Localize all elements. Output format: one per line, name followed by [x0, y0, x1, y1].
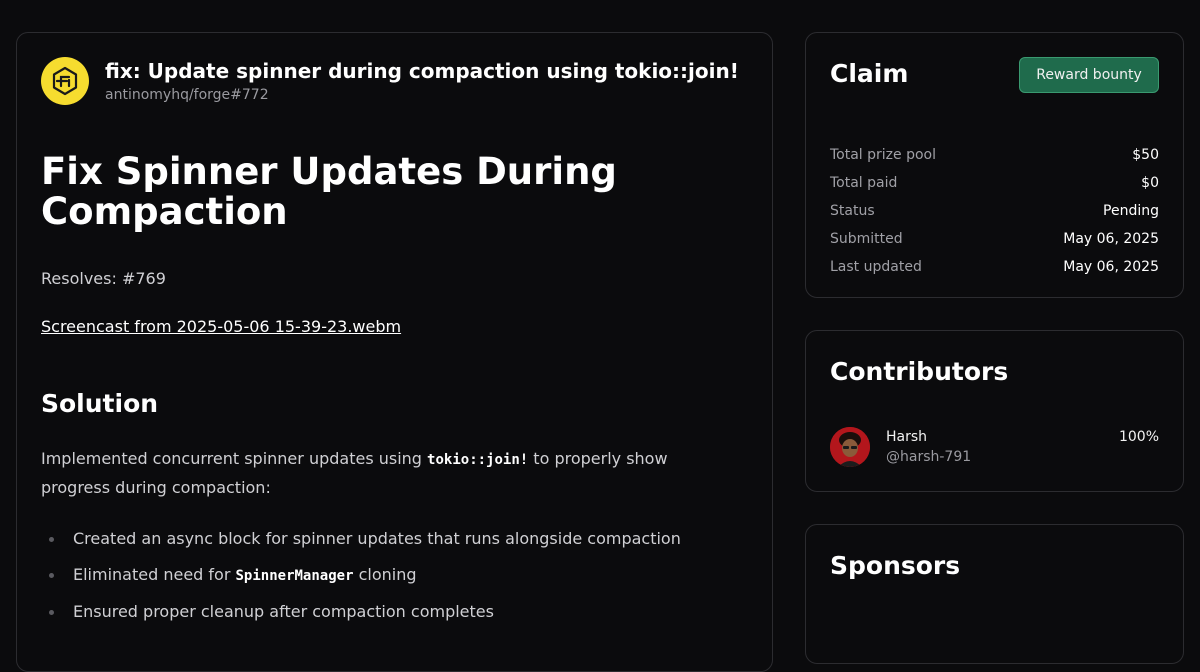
list-item: Eliminated need for SpinnerManager cloni… [41, 557, 741, 594]
claim-row-label: Total paid [830, 175, 898, 191]
claim-row-value: May 06, 2025 [1063, 231, 1159, 247]
pr-repo-reference[interactable]: antinomyhq/forge#772 [105, 86, 739, 104]
inline-code: tokio::join! [427, 452, 529, 468]
solution-heading: Solution [41, 389, 159, 418]
claim-row-label: Total prize pool [830, 147, 936, 163]
pr-body-heading: Fix Spinner Updates During Compaction [41, 150, 617, 233]
claim-row-label: Submitted [830, 231, 903, 247]
resolves-issue-text: Resolves: #769 [41, 269, 166, 288]
solution-paragraph: Implemented concurrent spinner updates u… [41, 445, 701, 502]
bullet-dot-icon [49, 610, 54, 615]
claim-row-value: $50 [1132, 147, 1159, 163]
list-item-text: Ensured proper cleanup after compaction … [73, 602, 494, 621]
contributors-title: Contributors [830, 357, 1009, 386]
list-item-text: Eliminated need for [73, 565, 236, 584]
claim-title: Claim [830, 59, 909, 88]
claim-row-value: May 06, 2025 [1063, 259, 1159, 275]
pr-header: fix: Update spinner during compaction us… [41, 57, 739, 105]
avatar[interactable] [830, 427, 870, 467]
claim-details: Total prize pool $50 Total paid $0 Statu… [830, 141, 1159, 281]
sponsors-card: Sponsors [805, 524, 1184, 664]
list-item: Ensured proper cleanup after compaction … [41, 594, 741, 630]
bullet-dot-icon [49, 537, 54, 542]
list-item: Created an async block for spinner updat… [41, 521, 741, 557]
claim-row-status: Status Pending [830, 197, 1159, 225]
claim-row-value: $0 [1141, 175, 1159, 191]
forge-logo-icon [41, 57, 89, 105]
screencast-link[interactable]: Screencast from 2025-05-06 15-39-23.webm [41, 317, 401, 336]
claim-row-label: Last updated [830, 259, 922, 275]
contributor-handle: @harsh-791 [886, 449, 972, 465]
claim-row-submitted: Submitted May 06, 2025 [830, 225, 1159, 253]
pull-request-card: fix: Update spinner during compaction us… [16, 32, 773, 672]
paragraph-text-start: Implemented concurrent spinner updates u… [41, 449, 428, 468]
solution-bullet-list: Created an async block for spinner updat… [41, 521, 741, 630]
pr-title[interactable]: fix: Update spinner during compaction us… [105, 60, 739, 82]
sponsors-title: Sponsors [830, 551, 961, 580]
contributor-name[interactable]: Harsh [886, 429, 927, 445]
reward-bounty-button[interactable]: Reward bounty [1019, 57, 1159, 93]
claim-row-value: Pending [1103, 203, 1159, 219]
contributor-share: 100% [1118, 429, 1159, 445]
claim-row-total-paid: Total paid $0 [830, 169, 1159, 197]
claim-row-prize-pool: Total prize pool $50 [830, 141, 1159, 169]
inline-code: SpinnerManager [235, 568, 354, 584]
list-item-text: Created an async block for spinner updat… [73, 529, 681, 548]
claim-row-label: Status [830, 203, 875, 219]
list-item-text-end: cloning [353, 565, 417, 584]
claim-card: Claim Reward bounty Total prize pool $50… [805, 32, 1184, 298]
bullet-dot-icon [49, 573, 54, 578]
contributor-row[interactable]: Harsh @harsh-791 100% [830, 427, 1159, 471]
contributors-card: Contributors Harsh @harsh-791 100% [805, 330, 1184, 492]
claim-row-last-updated: Last updated May 06, 2025 [830, 253, 1159, 281]
